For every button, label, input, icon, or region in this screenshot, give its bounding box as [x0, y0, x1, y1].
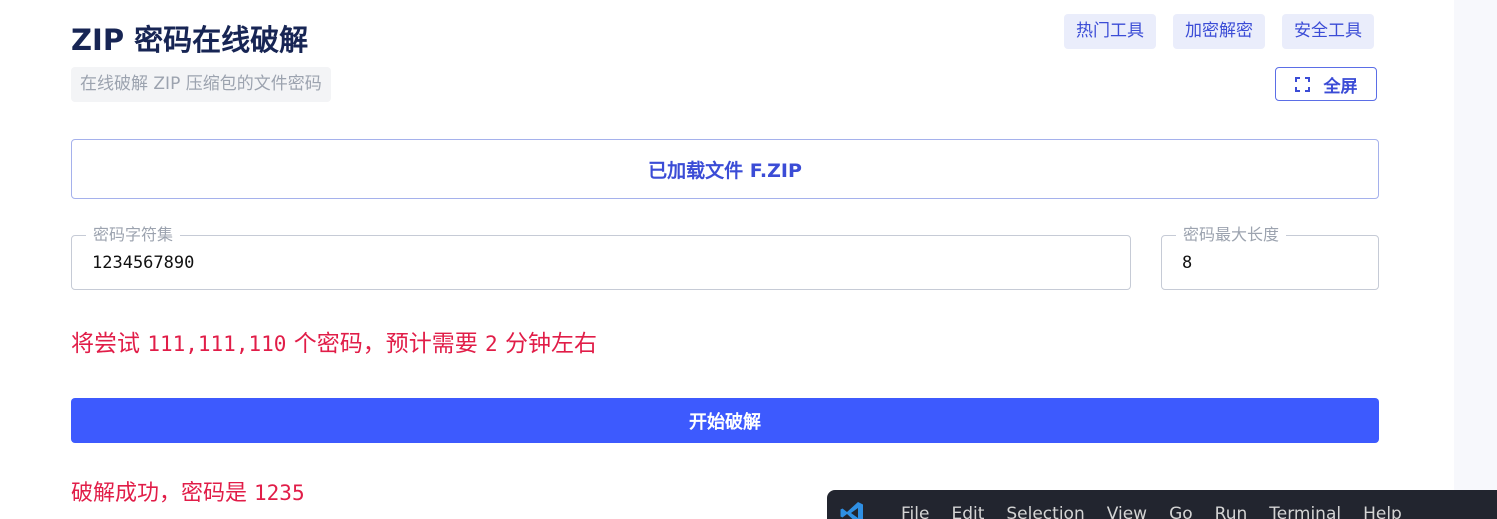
- max-length-input[interactable]: 8: [1182, 251, 1192, 275]
- file-upload-box[interactable]: 已加载文件 F.ZIP: [71, 139, 1379, 199]
- menu-selection[interactable]: Selection: [995, 504, 1095, 519]
- vscode-menu: File Edit Selection View Go Run Terminal…: [890, 504, 1413, 519]
- menu-terminal[interactable]: Terminal: [1258, 504, 1352, 519]
- result-password: 1235: [254, 481, 305, 505]
- menu-file[interactable]: File: [890, 504, 940, 519]
- start-crack-button[interactable]: 开始破解: [71, 398, 1379, 443]
- estimate-minutes: 2: [485, 332, 498, 356]
- estimate-middle: 个密码，预计需要: [293, 331, 478, 357]
- charset-label: 密码字符集: [86, 224, 181, 246]
- result-prefix: 破解成功，密码是: [71, 481, 248, 506]
- fullscreen-label: 全屏: [1323, 76, 1358, 97]
- menu-help[interactable]: Help: [1352, 504, 1413, 519]
- right-gutter: [1454, 0, 1497, 519]
- menu-run[interactable]: Run: [1204, 504, 1259, 519]
- estimate-suffix: 分钟左右: [504, 331, 597, 357]
- nav-encrypt-decrypt[interactable]: 加密解密: [1173, 14, 1265, 49]
- page-subtitle: 在线破解 ZIP 压缩包的文件密码: [71, 67, 331, 102]
- fullscreen-button[interactable]: 全屏: [1275, 67, 1377, 101]
- nav-hot-tools[interactable]: 热门工具: [1064, 14, 1156, 49]
- estimate-count: 111,111,110: [147, 332, 287, 356]
- max-length-label: 密码最大长度: [1176, 224, 1287, 246]
- menu-edit[interactable]: Edit: [940, 504, 995, 519]
- nav-security-tools[interactable]: 安全工具: [1282, 14, 1374, 49]
- vscode-icon: [839, 500, 865, 519]
- charset-field[interactable]: 密码字符集 1234567890: [71, 224, 1131, 290]
- fullscreen-icon: [1294, 76, 1310, 92]
- estimate-text: 将尝试 111,111,110 个密码，预计需要 2 分钟左右: [71, 327, 597, 361]
- max-length-field[interactable]: 密码最大长度 8: [1161, 224, 1379, 290]
- vscode-menubar: File Edit Selection View Go Run Terminal…: [827, 490, 1497, 519]
- loaded-file-label: 已加载文件 F.ZIP: [648, 159, 802, 182]
- menu-go[interactable]: Go: [1158, 504, 1204, 519]
- estimate-prefix: 将尝试: [71, 331, 140, 357]
- page-title: ZIP 密码在线破解: [71, 23, 309, 57]
- result-text: 破解成功，密码是 1235: [71, 476, 305, 511]
- charset-input[interactable]: 1234567890: [92, 251, 194, 275]
- menu-view[interactable]: View: [1096, 504, 1158, 519]
- page: ZIP 密码在线破解 在线破解 ZIP 压缩包的文件密码 热门工具 加密解密 安…: [0, 0, 1497, 519]
- start-crack-label: 开始破解: [689, 411, 761, 433]
